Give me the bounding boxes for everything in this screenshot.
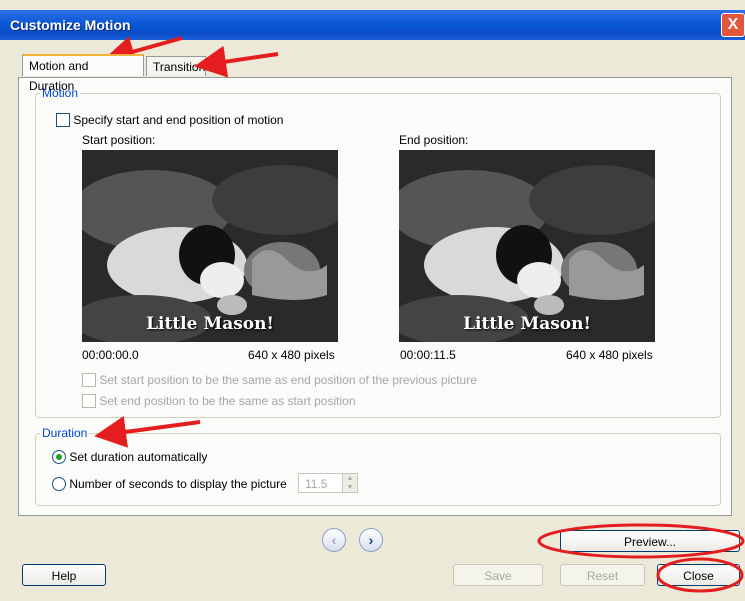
annotation-circle-preview (537, 523, 745, 559)
annotation-arrow-duration (94, 416, 201, 448)
annotation-arrow-tab2 (194, 45, 279, 78)
tab-motion-and-duration[interactable]: Motion and Duration (22, 54, 144, 93)
annotation-overlay (94, 36, 745, 593)
annotation-circle-close (656, 557, 744, 593)
customize-motion-dialog: Customize Motion X Motion and Duration T… (0, 0, 745, 601)
